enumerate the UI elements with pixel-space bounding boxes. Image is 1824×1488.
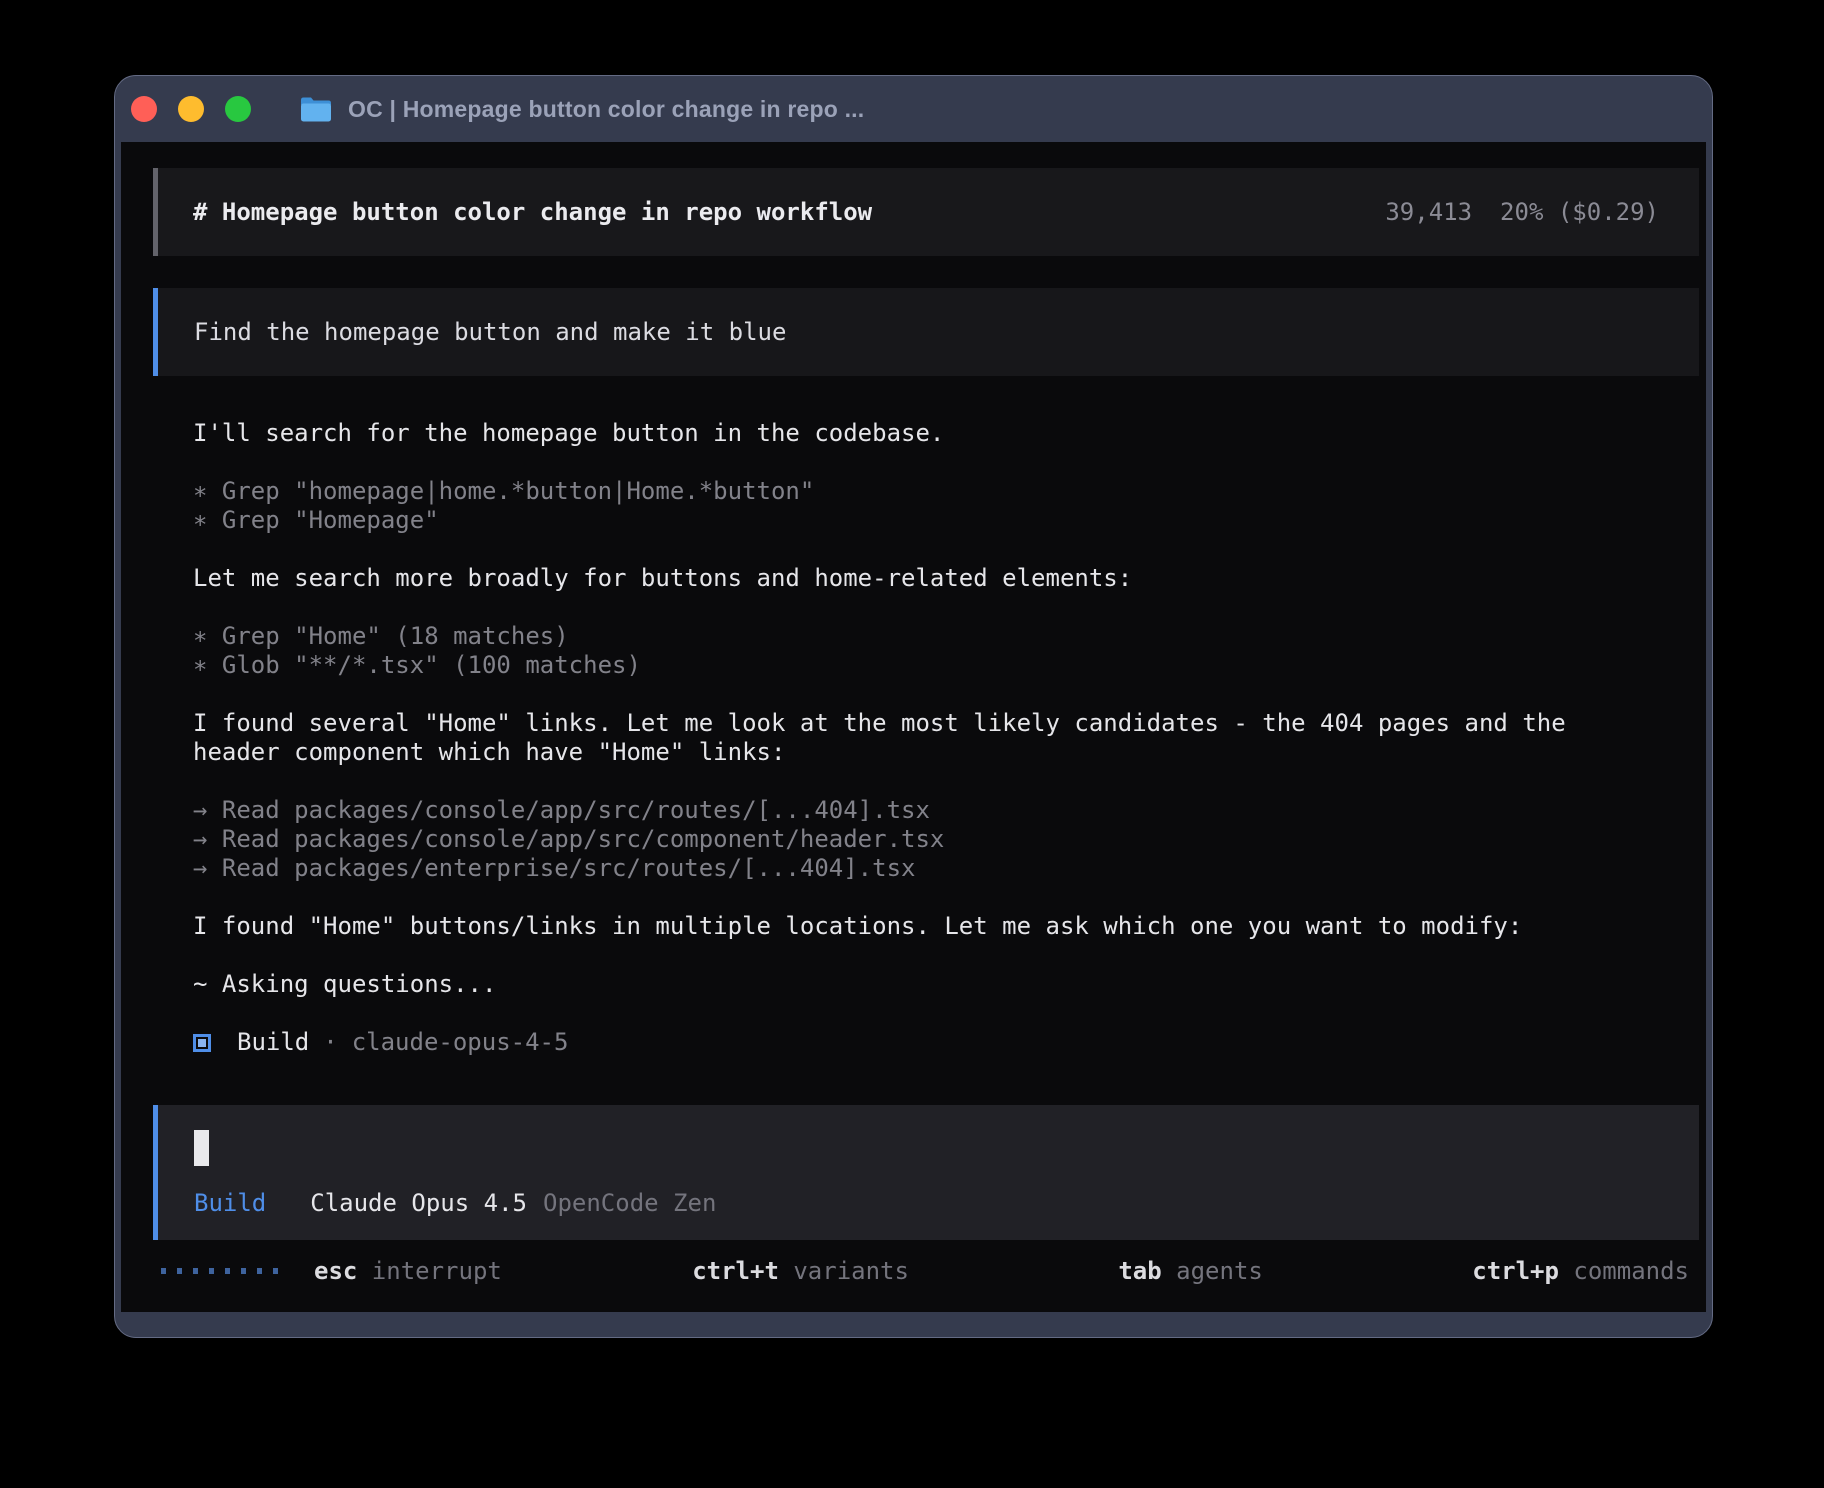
tool-call-line: → Read packages/enterprise/src/routes/[.… (193, 854, 1699, 883)
hint-commands: ctrl+p commands (1299, 1229, 1689, 1313)
minimize-button[interactable] (178, 96, 204, 122)
session-title: # Homepage button color change in repo w… (193, 198, 872, 226)
agent-model: claude-opus-4-5 (352, 1028, 569, 1057)
transcript-line: Let me search more broadly for buttons a… (193, 564, 1699, 593)
mode-badge: Build (194, 1189, 266, 1218)
terminal-window: OC | Homepage button color change in rep… (114, 75, 1713, 1338)
text-cursor (194, 1130, 209, 1166)
window-bottom-frame (115, 1312, 1712, 1337)
agent-separator: · (323, 1028, 337, 1057)
window-title: OC | Homepage button color change in rep… (348, 96, 864, 123)
interrupt-key: esc (314, 1257, 357, 1285)
hint-agents: tab agents (945, 1229, 1263, 1313)
model-name: Claude Opus 4.5 (310, 1189, 527, 1218)
desktop: OC | Homepage button color change in rep… (0, 0, 1824, 1488)
user-message-text: Find the homepage button and make it blu… (194, 318, 786, 346)
user-message: Find the homepage button and make it blu… (153, 288, 1699, 376)
tool-call-line: ∗ Grep "Home" (18 matches) (193, 622, 1699, 651)
agent-square-icon (193, 1034, 211, 1052)
hint-key: ctrl+p (1472, 1257, 1559, 1285)
zoom-button[interactable] (225, 96, 251, 122)
context-cost: 20% ($0.29) (1500, 198, 1659, 226)
provider-name: OpenCode Zen (543, 1189, 716, 1218)
status-bar: esc interrupt ctrl+t variants tab agents… (153, 1256, 1699, 1285)
transcript-line: header component which have "Home" links… (193, 738, 1699, 767)
hint-key: ctrl+t (692, 1257, 779, 1285)
token-count: 39,413 (1385, 198, 1472, 226)
spinner-dots (161, 1268, 278, 1274)
window-titlebar: OC | Homepage button color change in rep… (115, 76, 1712, 142)
prompt-input[interactable]: Build Claude Opus 4.5 OpenCode Zen (153, 1105, 1699, 1240)
folder-icon (300, 96, 332, 123)
tool-call-line: ∗ Grep "homepage|home.*button|Home.*butt… (193, 477, 1699, 506)
status-line: ~ Asking questions... (193, 970, 1699, 999)
hint-label: agents (1176, 1257, 1263, 1285)
transcript-line: I found several "Home" links. Let me loo… (193, 709, 1699, 738)
interrupt-label: interrupt (357, 1257, 502, 1285)
transcript-line: I'll search for the homepage button in t… (193, 419, 1699, 448)
agent-status-row: Build · claude-opus-4-5 (193, 1028, 1699, 1057)
transcript-line: I found "Home" buttons/links in multiple… (193, 912, 1699, 941)
session-stats: 39,413 20% ($0.29) (1385, 198, 1659, 226)
terminal-content: # Homepage button color change in repo w… (121, 142, 1706, 1312)
input-mode-row: Build Claude Opus 4.5 OpenCode Zen (194, 1189, 1659, 1218)
keyboard-hints: ctrl+t variants tab agents ctrl+p comman… (519, 1229, 1689, 1313)
session-header: # Homepage button color change in repo w… (153, 168, 1699, 256)
hint-variants: ctrl+t variants (519, 1229, 909, 1313)
tool-call-line: → Read packages/console/app/src/routes/[… (193, 796, 1699, 825)
hint-key: tab (1118, 1257, 1161, 1285)
close-button[interactable] (131, 96, 157, 122)
tool-call-line: → Read packages/console/app/src/componen… (193, 825, 1699, 854)
hint-label: variants (793, 1257, 909, 1285)
hint-label: commands (1573, 1257, 1689, 1285)
assistant-transcript: I'll search for the homepage button in t… (193, 419, 1699, 999)
agent-name: Build (237, 1028, 309, 1057)
tool-call-line: ∗ Grep "Homepage" (193, 506, 1699, 535)
tool-call-line: ∗ Glob "**/*.tsx" (100 matches) (193, 651, 1699, 680)
